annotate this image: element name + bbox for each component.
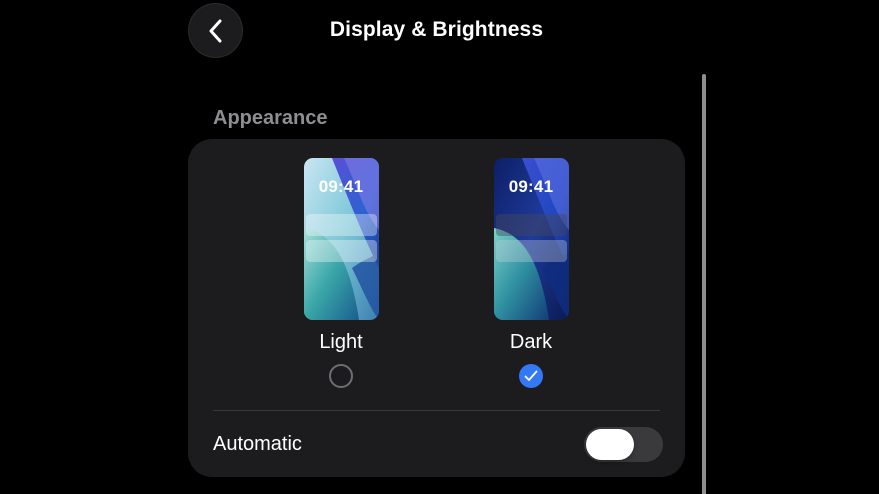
light-radio-button[interactable] (329, 364, 353, 388)
automatic-label: Automatic (213, 433, 302, 455)
dark-radio-button[interactable] (519, 364, 543, 388)
automatic-row: Automatic (188, 411, 685, 477)
dark-preview-widget (495, 214, 567, 236)
dark-preview-widget (495, 240, 567, 262)
appearance-card: 09:41 Light 09:41 Dark Automatic (188, 139, 685, 477)
dark-option-label: Dark (509, 331, 553, 353)
appearance-section-header: Appearance (213, 107, 328, 129)
light-mode-preview: 09:41 (303, 158, 379, 320)
appearance-option-dark[interactable]: 09:41 Dark (471, 158, 591, 388)
light-preview-widget (305, 214, 377, 236)
dark-mode-preview: 09:41 (493, 158, 569, 320)
light-option-label: Light (319, 331, 363, 353)
appearance-option-light[interactable]: 09:41 Light (281, 158, 401, 388)
light-preview-widget (305, 240, 377, 262)
dark-preview-time: 09:41 (508, 177, 554, 196)
page-title: Display & Brightness (329, 18, 544, 41)
automatic-toggle[interactable] (584, 427, 663, 462)
checkmark-icon (524, 370, 538, 381)
light-preview-time: 09:41 (318, 177, 364, 196)
toggle-knob (586, 429, 634, 460)
scroll-indicator[interactable] (702, 74, 706, 494)
settings-screen: Display & Brightness Appearance 09:41 Li… (0, 0, 879, 494)
